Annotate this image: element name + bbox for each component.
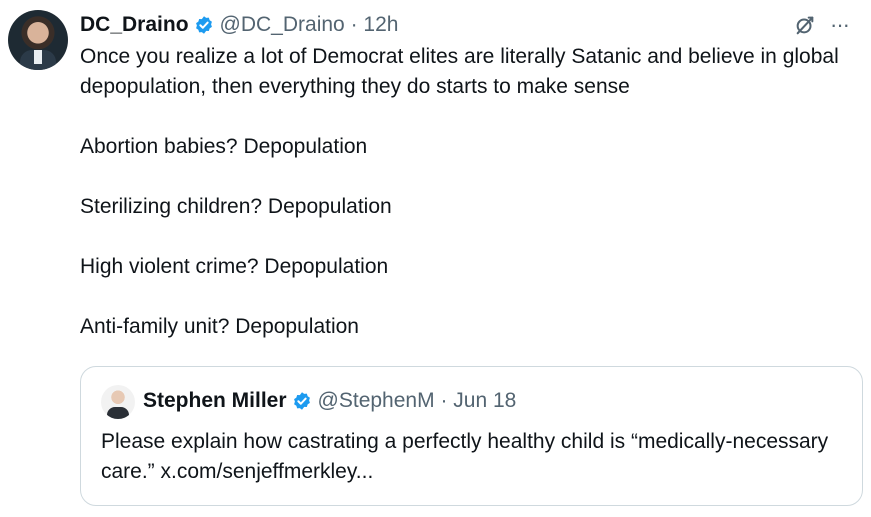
quote-header: Stephen Miller @StephenM · Jun 18	[143, 389, 516, 413]
tweet[interactable]: DC_Draino @DC_Draino · 12h ··· Once you …	[0, 0, 871, 517]
quote-display-name[interactable]: Stephen Miller	[143, 389, 287, 413]
tweet-paragraph: High violent crime? Depopulation	[80, 255, 389, 278]
handle[interactable]: @DC_Draino · 12h	[220, 13, 399, 37]
grok-icon[interactable]	[794, 14, 816, 36]
quote-avatar-suit	[107, 407, 129, 419]
quote-text: Please explain how castrating a perfectl…	[101, 430, 829, 483]
tweet-header: DC_Draino @DC_Draino · 12h	[80, 12, 398, 38]
header-actions: ···	[794, 14, 850, 36]
quote-timestamp[interactable]: Jun 18	[453, 389, 516, 412]
quote-handle[interactable]: @StephenM · Jun 18	[318, 389, 517, 413]
separator-dot: ·	[440, 389, 448, 412]
avatar[interactable]	[8, 10, 68, 70]
tweet-paragraph: Abortion babies? Depopulation	[80, 135, 368, 158]
tweet-paragraph: Sterilizing children? Depopulation	[80, 195, 392, 218]
tweet-text: Once you realize a lot of Democrat elite…	[80, 42, 860, 342]
more-icon[interactable]: ···	[830, 14, 850, 36]
verified-badge-icon	[293, 392, 310, 410]
tweet-paragraph: Once you realize a lot of Democrat elite…	[80, 45, 839, 98]
display-name[interactable]: DC_Draino	[80, 13, 189, 37]
handle-text: @DC_Draino	[219, 13, 345, 36]
avatar-collar	[34, 50, 42, 64]
separator-dot: ·	[350, 13, 358, 36]
quote-handle-text: @StephenM	[317, 389, 435, 412]
timestamp[interactable]: 12h	[363, 13, 398, 36]
tweet-paragraph: Anti-family unit? Depopulation	[80, 315, 359, 338]
verified-badge-icon	[195, 16, 212, 34]
quote-avatar[interactable]	[101, 385, 135, 419]
quote-tweet[interactable]: Stephen Miller @StephenM · Jun 18 Please…	[80, 366, 863, 506]
